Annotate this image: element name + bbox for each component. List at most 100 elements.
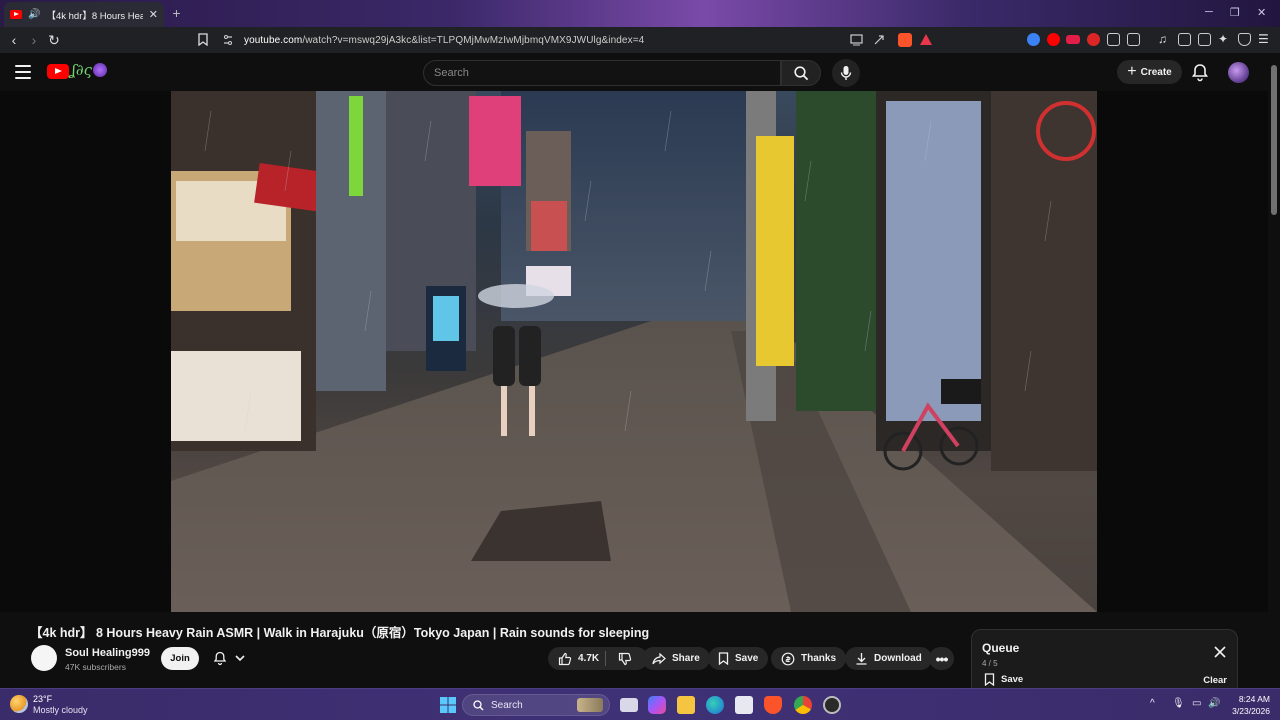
queue-panel: Queue 4 / 5 Save Clear bbox=[971, 629, 1238, 691]
microphone-icon bbox=[840, 66, 852, 80]
share-button[interactable]: Share bbox=[642, 647, 710, 670]
like-divider bbox=[605, 651, 607, 666]
subscription-notifications-button[interactable] bbox=[203, 647, 253, 670]
search-highlight-image bbox=[577, 698, 603, 712]
reload-icon[interactable]: ↻ bbox=[45, 31, 63, 49]
page-scrollbar[interactable] bbox=[1268, 53, 1280, 688]
wallet-icon[interactable] bbox=[1198, 33, 1211, 46]
thanks-button[interactable]: Thanks bbox=[771, 647, 847, 670]
extension-red-icon[interactable] bbox=[1066, 35, 1080, 44]
system-clock[interactable]: 8:24 AM 3/23/2026 bbox=[1226, 693, 1270, 717]
volume-tray-icon[interactable]: 🔊 bbox=[1208, 698, 1220, 709]
youtube-doodle-logo[interactable]: ʆ∂ς bbox=[71, 61, 92, 79]
brave-shield-icon[interactable] bbox=[898, 33, 912, 47]
plus-icon: + bbox=[1127, 63, 1137, 80]
copilot-icon[interactable] bbox=[648, 696, 666, 714]
brave-rewards-icon[interactable] bbox=[920, 34, 932, 45]
search-button[interactable] bbox=[781, 60, 821, 86]
like-count[interactable]: 4.7K bbox=[578, 653, 599, 664]
video-player[interactable] bbox=[0, 91, 1268, 612]
guide-menu-icon[interactable] bbox=[15, 65, 31, 79]
back-arrow-icon[interactable]: ‹ bbox=[5, 31, 23, 49]
queue-position: 4 / 5 bbox=[982, 659, 998, 668]
download-icon bbox=[856, 653, 867, 665]
taskbar-search-icon bbox=[473, 699, 484, 710]
screenshot-icon[interactable] bbox=[1127, 33, 1140, 46]
extension-youtube-icon[interactable] bbox=[1047, 33, 1060, 46]
forward-arrow-icon[interactable]: › bbox=[25, 31, 43, 49]
video-frame-rainy-street[interactable] bbox=[171, 91, 1097, 612]
queue-save-button[interactable]: Save bbox=[984, 673, 1023, 686]
weather-icon[interactable] bbox=[10, 695, 28, 713]
youtube-favicon-icon bbox=[10, 10, 22, 19]
weather-description[interactable]: Mostly cloudy bbox=[33, 705, 88, 715]
extensions-puzzle-icon[interactable] bbox=[1107, 33, 1120, 46]
mic-tray-icon[interactable]: 🎙 bbox=[1172, 698, 1185, 709]
show-hidden-icons-icon[interactable]: ^ bbox=[1150, 698, 1155, 709]
minimize-icon[interactable]: ─ bbox=[1205, 6, 1213, 18]
rainy-harajuku-street-scene bbox=[171, 91, 1097, 612]
search-box[interactable] bbox=[423, 60, 781, 86]
vpn-shield-icon[interactable] bbox=[1238, 33, 1251, 46]
cast-icon[interactable] bbox=[850, 34, 863, 46]
windows-start-icon[interactable] bbox=[440, 697, 456, 713]
new-tab-button[interactable]: + bbox=[168, 5, 185, 22]
dislike-thumb-down-icon[interactable] bbox=[618, 652, 632, 666]
brave-browser-icon[interactable] bbox=[764, 696, 782, 714]
file-explorer-icon[interactable] bbox=[677, 696, 695, 714]
download-button[interactable]: Download bbox=[845, 647, 932, 670]
create-button[interactable]: + Create bbox=[1117, 60, 1182, 84]
join-button[interactable]: Join bbox=[161, 647, 199, 670]
search-input[interactable] bbox=[424, 61, 780, 85]
sidebar-icon[interactable] bbox=[1178, 33, 1191, 46]
site-info-icon[interactable] bbox=[222, 34, 234, 46]
tab-title: 【4k hdr】8 Hours Heavy Rain bbox=[46, 10, 143, 22]
menu-icon[interactable]: ☰ bbox=[1258, 33, 1271, 46]
weather-temperature[interactable]: 23°F bbox=[33, 694, 52, 704]
like-dislike-group: 4.7K bbox=[548, 647, 648, 670]
share-arrow-icon bbox=[652, 652, 666, 664]
notifications-bell-icon[interactable] bbox=[1190, 62, 1210, 82]
create-label: Create bbox=[1140, 66, 1172, 78]
window-close-icon[interactable]: ✕ bbox=[1257, 6, 1266, 19]
browser-tab-active[interactable]: 🔊 【4k hdr】8 Hours Heavy Rain ✕ bbox=[4, 2, 164, 27]
ai-sparkle-icon[interactable]: ✦ bbox=[1218, 33, 1231, 46]
like-thumb-up-icon[interactable] bbox=[558, 652, 572, 666]
chrome-browser-icon[interactable] bbox=[794, 696, 812, 714]
tab-close-icon[interactable]: ✕ bbox=[149, 8, 158, 21]
edge-browser-icon[interactable] bbox=[706, 696, 724, 714]
thanks-label: Thanks bbox=[801, 653, 837, 664]
screen: 🔊 【4k hdr】8 Hours Heavy Rain ✕ + ─ ❐ ✕ ‹… bbox=[0, 0, 1280, 720]
obs-studio-icon[interactable] bbox=[823, 696, 841, 714]
url-host: youtube.com bbox=[244, 34, 303, 46]
more-dots-icon: ••• bbox=[935, 650, 949, 667]
video-title: 【4k hdr】 8 Hours Heavy Rain ASMR | Walk … bbox=[30, 626, 650, 640]
scrollbar-thumb[interactable] bbox=[1271, 65, 1277, 215]
extension-blue-icon[interactable] bbox=[1027, 33, 1040, 46]
super-thanks-icon bbox=[781, 652, 795, 665]
more-actions-button[interactable]: ••• bbox=[929, 647, 954, 670]
clock-date: 3/23/2026 bbox=[1232, 706, 1270, 716]
share-page-icon[interactable] bbox=[873, 34, 886, 46]
task-view-icon[interactable] bbox=[620, 698, 638, 712]
display-tray-icon[interactable]: ▭ bbox=[1192, 698, 1201, 709]
chevron-down-icon bbox=[235, 655, 245, 662]
queue-clear-button[interactable]: Clear bbox=[1203, 675, 1227, 686]
maximize-icon[interactable]: ❐ bbox=[1230, 6, 1240, 19]
music-note-icon[interactable]: ♫ bbox=[1158, 33, 1171, 46]
queue-close-icon[interactable] bbox=[1213, 645, 1227, 659]
voice-search-button[interactable] bbox=[832, 59, 860, 87]
channel-avatar[interactable] bbox=[31, 645, 57, 671]
youtube-logo-icon[interactable] bbox=[47, 64, 69, 79]
microsoft-store-icon[interactable] bbox=[735, 696, 753, 714]
account-avatar[interactable] bbox=[1228, 62, 1249, 83]
save-label: Save bbox=[735, 653, 759, 664]
extension-red-round-icon[interactable] bbox=[1087, 33, 1100, 46]
download-label: Download bbox=[874, 653, 922, 664]
address-bar[interactable]: youtube.com/watch?v=mswq29jA3kc&list=TLP… bbox=[190, 30, 940, 50]
bookmark-icon[interactable] bbox=[198, 33, 208, 46]
speaker-icon[interactable]: 🔊 bbox=[28, 9, 40, 20]
save-button[interactable]: Save bbox=[708, 647, 769, 670]
taskbar-search-box[interactable]: Search bbox=[462, 694, 610, 716]
channel-name[interactable]: Soul Healing999 bbox=[65, 647, 150, 659]
